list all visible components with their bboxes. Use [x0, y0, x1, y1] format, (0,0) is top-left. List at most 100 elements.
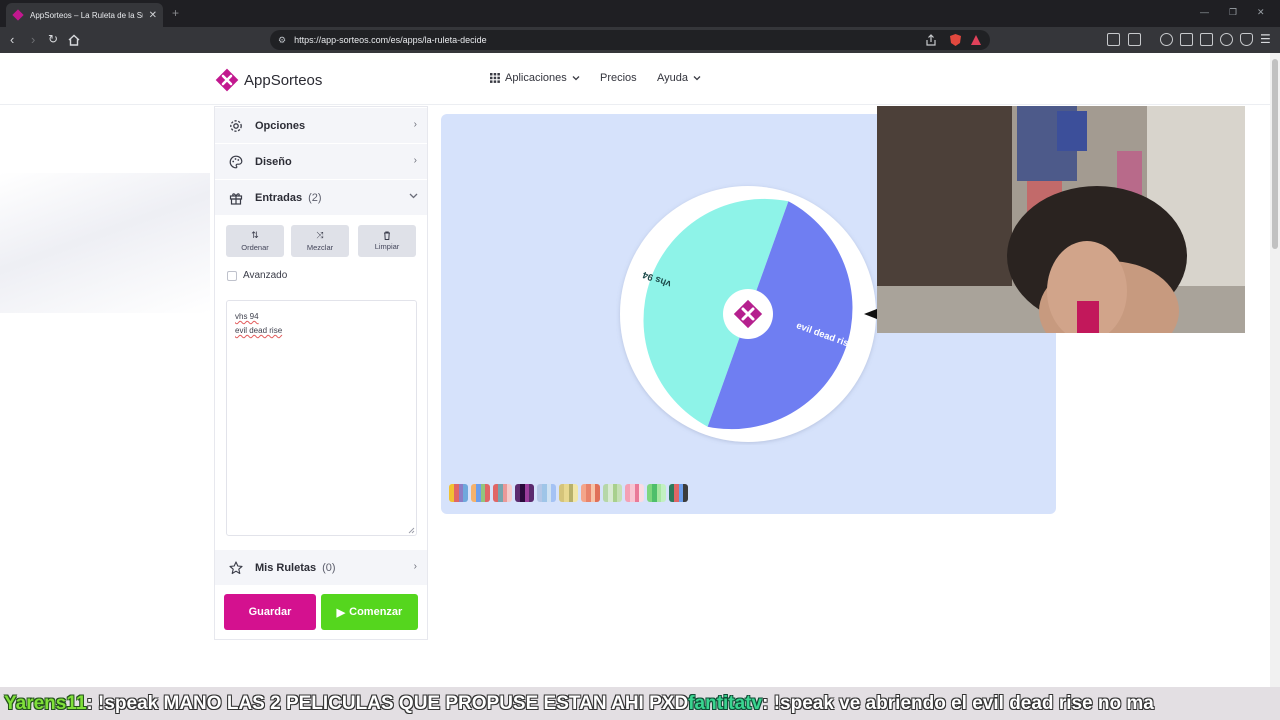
entries-textarea[interactable]: vhs 94 evil dead rise	[226, 300, 417, 536]
options-label: Opciones	[255, 119, 306, 132]
leo-ai-icon[interactable]	[1220, 33, 1233, 46]
webcam-feed	[877, 106, 1245, 333]
window-close-icon[interactable]: ✕	[1257, 7, 1265, 18]
shuffle-button[interactable]: ⤨ Mezclar	[291, 225, 349, 257]
accordion-my-wheels[interactable]: Mis Ruletas (0) ›	[215, 550, 427, 585]
nav-apps[interactable]: Aplicaciones	[490, 72, 580, 84]
media-icon[interactable]	[1160, 33, 1173, 46]
chat-message: : !speak ve abriendo el evil dead rise n…	[762, 692, 1154, 714]
chat-message: : !speak MANO LAS 2 PELICULAS QUE PROPUS…	[86, 692, 689, 714]
palette-swatch[interactable]	[559, 484, 578, 502]
page-content: AppSorteos Aplicaciones Precios Ayuda Op…	[0, 53, 1280, 687]
advanced-checkbox[interactable]	[227, 270, 237, 281]
webcam-overlay	[877, 106, 1245, 333]
trash-icon	[384, 231, 390, 240]
palette-swatch[interactable]	[647, 484, 666, 502]
palette-icon	[229, 155, 243, 168]
palette-swatch[interactable]	[471, 484, 490, 502]
nav-help[interactable]: Ayuda	[657, 72, 701, 84]
back-icon[interactable]: ‹	[10, 32, 14, 47]
browser-toolbar: ‹ › ↻ ⚙ https://app-sorteos.com/es/apps/…	[0, 27, 1280, 53]
chat-username: fantitatv	[688, 692, 763, 714]
palette-swatch[interactable]	[537, 484, 556, 502]
menu-icon[interactable]: ☰	[1260, 32, 1271, 46]
palette-swatch[interactable]	[581, 484, 600, 502]
palette-swatch[interactable]	[449, 484, 468, 502]
palette-swatch[interactable]	[669, 484, 688, 502]
palette-swatch-color	[463, 484, 468, 502]
minimize-icon[interactable]: —	[1200, 7, 1209, 17]
browser-tab[interactable]: AppSorteos – La Ruleta de la Su ✕	[6, 3, 163, 27]
shuffle-label: Mezclar	[306, 243, 334, 252]
home-icon[interactable]	[68, 34, 80, 46]
page-scrollbar[interactable]	[1270, 53, 1280, 687]
maximize-icon[interactable]: ❐	[1229, 7, 1237, 18]
my-wheels-count: (0)	[322, 561, 336, 574]
palette-swatch[interactable]	[603, 484, 622, 502]
palette-swatch-color	[661, 484, 666, 502]
appsorteos-logo-icon	[215, 68, 239, 92]
chevron-down-icon	[572, 76, 580, 81]
stream-chat-ticker: Yarens11 : !speak MANO LAS 2 PELICULAS Q…	[0, 687, 1280, 720]
vpn-icon[interactable]	[1240, 33, 1253, 46]
start-button[interactable]: ▶ Comenzar	[321, 594, 418, 630]
palette-swatch-color	[551, 484, 556, 502]
resize-handle-icon[interactable]	[408, 527, 415, 534]
address-bar[interactable]: ⚙ https://app-sorteos.com/es/apps/la-rul…	[270, 30, 990, 50]
reload-icon[interactable]: ↻	[48, 32, 58, 46]
brave-shield-icon[interactable]	[949, 33, 962, 47]
entry-line: evil dead rise	[235, 326, 283, 335]
shuffle-icon: ⤨	[316, 230, 324, 240]
site-info-icon[interactable]: ⚙	[278, 35, 286, 46]
color-palette-selector[interactable]	[449, 484, 688, 502]
site-logo[interactable]: AppSorteos	[214, 67, 322, 93]
address-url: https://app-sorteos.com/es/apps/la-rulet…	[294, 35, 487, 45]
wheel[interactable]: vhs 94 evil dead rise	[616, 180, 896, 445]
palette-swatch-color	[595, 484, 600, 502]
entries-label: Entradas	[255, 191, 303, 204]
nav-help-label: Ayuda	[657, 72, 688, 84]
site-header: AppSorteos Aplicaciones Precios Ayuda	[0, 53, 1270, 105]
palette-swatch[interactable]	[493, 484, 512, 502]
chevron-down-icon	[409, 193, 418, 199]
forward-icon[interactable]: ›	[31, 32, 35, 47]
configuration-panel: Opciones › Diseño › Entradas (2) ⇅ Orden…	[214, 106, 428, 640]
gift-icon	[229, 192, 243, 205]
nav-prices[interactable]: Precios	[600, 72, 637, 84]
tab-close-icon[interactable]: ✕	[149, 10, 157, 21]
share-icon[interactable]	[925, 34, 937, 46]
appsorteos-favicon-icon	[12, 9, 24, 21]
palette-swatch-color	[485, 484, 490, 502]
palette-swatch-color	[573, 484, 578, 502]
clear-button[interactable]: Limpiar	[358, 225, 416, 257]
nav-apps-label: Aplicaciones	[505, 72, 567, 84]
scrollbar-thumb[interactable]	[1272, 59, 1278, 249]
accordion-design[interactable]: Diseño ›	[215, 144, 427, 179]
entries-count: (2)	[308, 191, 322, 204]
start-label: Comenzar	[349, 606, 403, 618]
wallet-icon[interactable]	[1200, 33, 1213, 46]
nav-prices-label: Precios	[600, 72, 637, 84]
sort-button[interactable]: ⇅ Ordenar	[226, 225, 284, 257]
palette-swatch[interactable]	[625, 484, 644, 502]
grid-icon	[490, 73, 500, 83]
new-tab-icon[interactable]: +	[172, 6, 179, 20]
chevron-right-icon: ›	[413, 561, 417, 572]
sidebar-icon[interactable]	[1180, 33, 1193, 46]
chevron-right-icon: ›	[413, 155, 417, 166]
browser-tab-strip: AppSorteos – La Ruleta de la Su ✕ + — ❐ …	[0, 0, 1280, 27]
star-icon	[229, 560, 243, 574]
brave-rewards-icon[interactable]	[970, 34, 982, 46]
palette-swatch[interactable]	[515, 484, 534, 502]
advanced-toggle[interactable]: Avanzado	[227, 270, 287, 281]
accordion-entries[interactable]: Entradas (2)	[215, 180, 427, 215]
save-button[interactable]: Guardar	[224, 594, 316, 630]
sort-label: Ordenar	[241, 243, 269, 252]
screenshot-icon[interactable]	[1128, 33, 1141, 46]
palette-swatch-color	[507, 484, 512, 502]
extensions-icon[interactable]	[1107, 33, 1120, 46]
chevron-down-icon	[693, 76, 701, 81]
palette-swatch-color	[683, 484, 688, 502]
play-icon: ▶	[336, 606, 346, 619]
accordion-options[interactable]: Opciones ›	[215, 108, 427, 143]
